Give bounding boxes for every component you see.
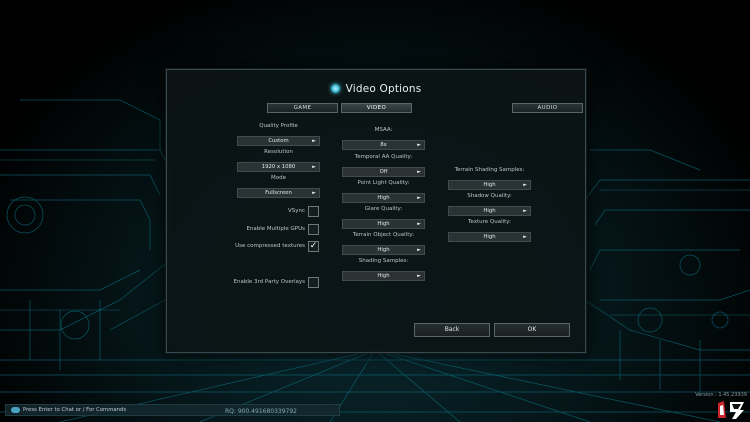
dropdown-arrow-icon: ► — [417, 273, 421, 279]
dropdown-arrow-icon: ► — [523, 182, 527, 188]
shading-samples-select[interactable]: High ► — [342, 271, 425, 281]
compressed-textures-checkbox[interactable]: ✓ — [308, 241, 319, 252]
resolution-value: 1920 x 1080 — [261, 164, 296, 170]
glare-value: High — [377, 221, 390, 227]
point-light-select[interactable]: High ► — [342, 193, 425, 203]
dialog-title-text: Video Options — [345, 83, 422, 95]
terrain-shading-label: Terrain Shading Samples: — [454, 167, 525, 173]
tab-video[interactable]: VIDEO — [341, 103, 412, 113]
terrain-object-select[interactable]: High ► — [342, 245, 425, 255]
third-party-overlays-checkbox[interactable] — [308, 277, 319, 288]
resolution-select[interactable]: 1920 x 1080 ► — [237, 162, 320, 172]
terrain-object-value: High — [377, 247, 390, 253]
dropdown-arrow-icon: ► — [417, 195, 421, 201]
quality-profile-label: Quality Profile — [259, 123, 298, 129]
tab-game[interactable]: GAME — [267, 103, 338, 113]
dropdown-arrow-icon: ► — [523, 208, 527, 214]
chat-bubble-icon — [11, 407, 20, 413]
texture-quality-select[interactable]: High ► — [448, 232, 531, 242]
chat-prompt: Press Enter to Chat or / For Commands — [23, 407, 127, 413]
orb-icon — [330, 84, 340, 93]
shadow-quality-label: Shadow Quality: — [467, 193, 512, 199]
mode-select[interactable]: Fullscreen ► — [237, 188, 320, 198]
point-light-label: Point Light Quality: — [357, 180, 410, 186]
quality-profile-value: Custom — [268, 138, 289, 144]
mode-label: Mode — [271, 175, 286, 181]
quality-profile-select[interactable]: Custom ► — [237, 136, 320, 146]
rq-readout: RQ: 900.491680339792 — [225, 408, 297, 415]
version-text: Version : 1.45.23939 — [695, 392, 747, 398]
third-party-overlays-label: Enable 3rd Party Overlays — [233, 279, 306, 285]
game-logo-icon — [716, 400, 746, 420]
temporal-aa-select[interactable]: Off ► — [342, 167, 425, 177]
glare-label: Glare Quality: — [364, 206, 403, 212]
vsync-checkbox[interactable] — [308, 206, 319, 217]
terrain-object-label: Terrain Object Quality: — [352, 232, 415, 238]
texture-quality-value: High — [483, 234, 496, 240]
vsync-label: VSync — [287, 208, 305, 214]
shading-samples-value: High — [377, 273, 390, 279]
msaa-select[interactable]: 8x ► — [342, 140, 425, 150]
dropdown-arrow-icon: ► — [417, 247, 421, 253]
multi-gpu-checkbox[interactable] — [308, 224, 319, 235]
dropdown-arrow-icon: ► — [417, 169, 421, 175]
dropdown-arrow-icon: ► — [523, 234, 527, 240]
dropdown-arrow-icon: ► — [312, 138, 316, 144]
dropdown-arrow-icon: ► — [312, 190, 316, 196]
shadow-quality-value: High — [483, 208, 496, 214]
terrain-shading-value: High — [483, 182, 496, 188]
shading-samples-label: Shading Samples: — [358, 258, 409, 264]
temporal-aa-label: Temporal AA Quality: — [354, 154, 413, 160]
resolution-label: Resolution — [264, 149, 293, 155]
mode-value: Fullscreen — [265, 190, 292, 196]
temporal-aa-value: Off — [379, 169, 388, 175]
dropdown-arrow-icon: ► — [417, 142, 421, 148]
dropdown-arrow-icon: ► — [417, 221, 421, 227]
terrain-shading-select[interactable]: High ► — [448, 180, 531, 190]
multi-gpu-label: Enable Multiple GPUs — [246, 226, 305, 232]
video-options-dialog: Video Options GAME VIDEO AUDIO Quality P… — [166, 69, 586, 353]
checkmark-icon: ✓ — [309, 241, 318, 251]
point-light-value: High — [377, 195, 390, 201]
compressed-textures-label: Use compressed textures — [235, 243, 305, 249]
dialog-title: Video Options — [167, 83, 585, 95]
ok-button[interactable]: OK — [494, 323, 570, 337]
msaa-label: MSAA: — [374, 127, 393, 133]
glare-select[interactable]: High ► — [342, 219, 425, 229]
texture-quality-label: Texture Quality: — [468, 219, 511, 225]
back-button[interactable]: Back — [414, 323, 490, 337]
shadow-quality-select[interactable]: High ► — [448, 206, 531, 216]
dropdown-arrow-icon: ► — [312, 164, 316, 170]
msaa-value: 8x — [380, 142, 387, 148]
tab-audio[interactable]: AUDIO — [512, 103, 583, 113]
